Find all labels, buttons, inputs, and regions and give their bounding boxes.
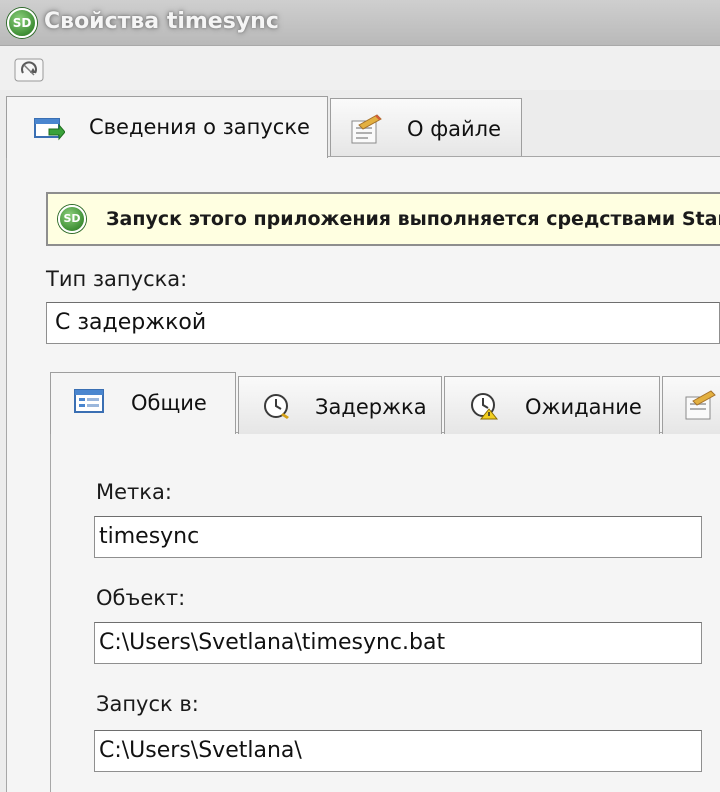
tab-file-info[interactable]: О файле <box>330 98 522 156</box>
tab-file-info-label: О файле <box>407 117 502 141</box>
toolbar <box>0 46 720 90</box>
object-field-label: Объект: <box>96 586 186 610</box>
general-icon <box>74 389 104 413</box>
tab-more[interactable] <box>662 376 720 434</box>
file-info-icon <box>351 114 382 144</box>
start-in-field-label: Запуск в: <box>96 692 199 716</box>
app-logo-icon: SD <box>7 8 37 38</box>
tab-launch-info[interactable]: Сведения о запуске <box>6 96 328 158</box>
more-icon <box>685 390 716 420</box>
tab-delay-label: Задержка <box>315 395 427 419</box>
clock-icon <box>264 394 289 419</box>
tab-general-label: Общие <box>131 391 207 415</box>
tab-wait-label: Ожидание <box>525 395 642 419</box>
tab-delay[interactable]: Задержка <box>238 376 442 434</box>
banner-text: Запуск этого приложения выполняется сред… <box>106 208 720 230</box>
tab-wait[interactable]: Ожидание <box>444 376 660 434</box>
window-title: Свойства timesync <box>44 9 279 34</box>
tab-general[interactable]: Общие <box>50 372 236 434</box>
title-bar: SD Свойства timesync <box>0 0 720 46</box>
tab-launch-info-label: Сведения о запуске <box>89 115 310 139</box>
refresh-icon <box>14 58 44 82</box>
refresh-button[interactable] <box>12 56 46 84</box>
label-field-label: Метка: <box>96 480 172 504</box>
wait-clock-icon <box>471 393 499 420</box>
info-banner: SD Запуск этого приложения выполняется с… <box>46 192 720 246</box>
launch-type-select[interactable]: С задержкой <box>46 302 720 344</box>
start-in-field[interactable]: C:\Users\Svetlana\ <box>94 730 702 772</box>
launch-info-icon <box>34 118 65 141</box>
startup-delayer-icon: SD <box>58 205 86 233</box>
label-field[interactable]: timesync <box>94 516 702 558</box>
object-field[interactable]: C:\Users\Svetlana\timesync.bat <box>94 622 702 664</box>
launch-type-label: Тип запуска: <box>46 267 188 291</box>
